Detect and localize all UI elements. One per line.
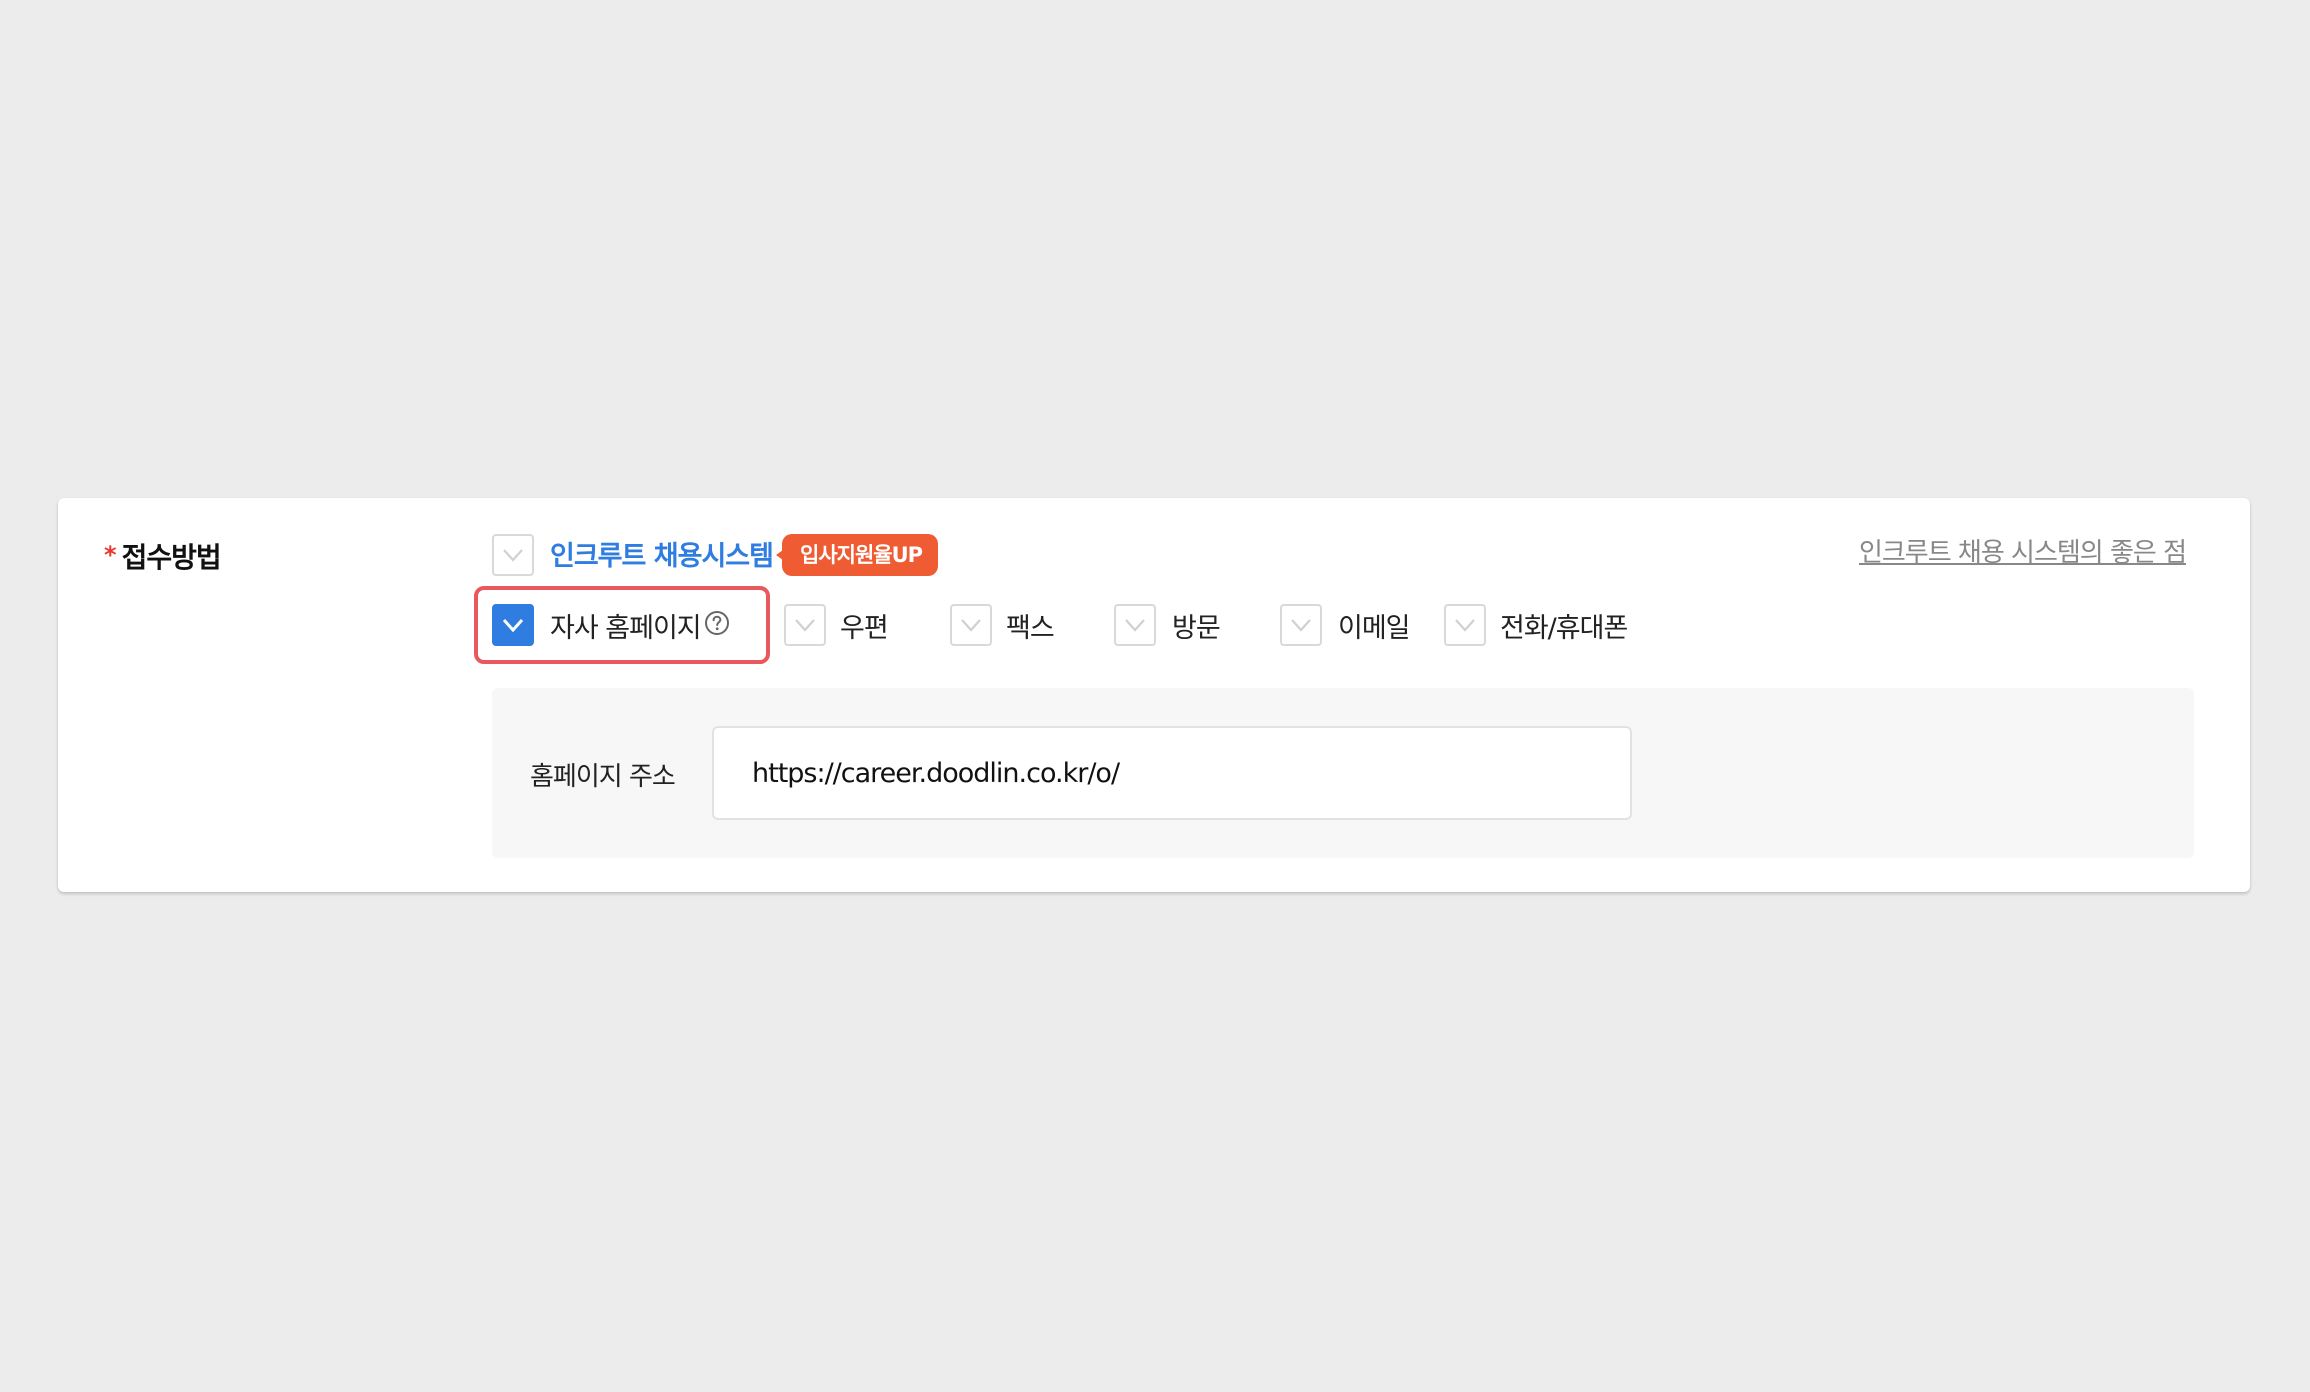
apply-rate-up-badge: 입사지원율UP <box>775 534 939 576</box>
option-checkbox-visit[interactable] <box>1114 604 1156 646</box>
check-icon <box>1125 619 1145 632</box>
homepage-url-input[interactable] <box>712 726 1632 820</box>
homepage-url-panel: 홈페이지 주소 <box>492 688 2194 858</box>
option-label-phone[interactable]: 전화/휴대폰 <box>1500 606 1628 645</box>
option-checkbox-email[interactable] <box>1280 604 1322 646</box>
option-label-mail[interactable]: 우편 <box>840 606 889 645</box>
check-icon <box>1455 619 1475 632</box>
required-mark: * <box>104 541 117 569</box>
option-label-visit[interactable]: 방문 <box>1172 606 1221 645</box>
check-icon <box>503 549 523 562</box>
option-checkbox-company-homepage[interactable] <box>492 604 534 646</box>
help-circle-icon[interactable] <box>704 610 730 636</box>
check-icon <box>961 619 981 632</box>
incruit-benefits-link[interactable]: 인크루트 채용 시스템의 좋은 점 <box>1859 532 2187 569</box>
field-label: * 접수방법 <box>104 536 222 576</box>
check-icon <box>795 619 815 632</box>
homepage-url-label: 홈페이지 주소 <box>530 762 676 792</box>
check-icon <box>1291 619 1311 632</box>
option-checkbox-phone[interactable] <box>1444 604 1486 646</box>
field-label-text: 접수방법 <box>121 541 222 574</box>
incruit-system-label[interactable]: 인크루트 채용시스템 <box>550 534 774 573</box>
option-label-fax[interactable]: 팩스 <box>1006 606 1055 645</box>
incruit-system-checkbox[interactable] <box>492 534 534 576</box>
check-icon <box>502 618 524 633</box>
option-label-email[interactable]: 이메일 <box>1338 606 1411 645</box>
option-checkbox-mail[interactable] <box>784 604 826 646</box>
option-checkbox-fax[interactable] <box>950 604 992 646</box>
reception-method-card: * 접수방법 인크루트 채용시스템 입사지원율UP 인크루트 채용 시스템의 좋은… <box>58 498 2250 892</box>
option-label-company-homepage[interactable]: 자사 홈페이지 <box>550 606 702 645</box>
